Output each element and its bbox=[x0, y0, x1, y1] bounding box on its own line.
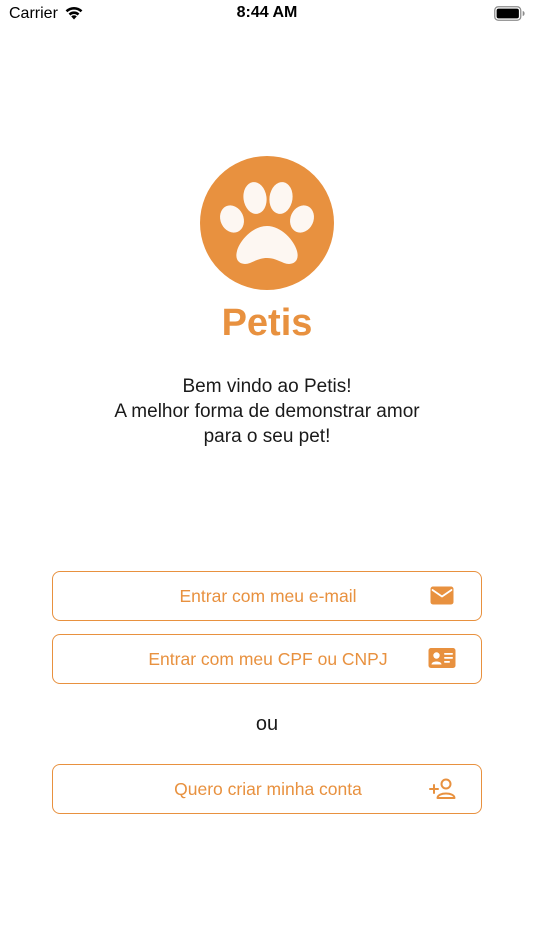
welcome-message: Bem vindo ao Petis! A melhor forma de de… bbox=[0, 374, 534, 449]
welcome-line-1: Bem vindo ao Petis! bbox=[182, 376, 352, 397]
separator-text: ou bbox=[255, 713, 279, 735]
envelope-icon bbox=[430, 585, 454, 611]
welcome-line-2: A melhor forma de demonstrar amor bbox=[114, 401, 420, 422]
paw-icon bbox=[220, 182, 314, 264]
status-bar: Carrier 8:44 AM bbox=[0, 0, 534, 30]
create-account-label: Quero criar minha conta bbox=[174, 779, 362, 799]
id-card-icon bbox=[428, 647, 456, 674]
battery-full-icon bbox=[494, 6, 526, 21]
add-user-icon bbox=[429, 777, 457, 806]
app-name: Petis bbox=[221, 302, 313, 344]
status-time: 8:44 AM bbox=[236, 4, 298, 21]
document-login-button[interactable]: Entrar com meu CPF ou CNPJ bbox=[52, 634, 482, 684]
create-account-button[interactable]: Quero criar minha conta bbox=[52, 764, 482, 814]
email-login-label: Entrar com meu e-mail bbox=[179, 586, 357, 606]
email-login-button[interactable]: Entrar com meu e-mail bbox=[52, 571, 482, 621]
document-login-label: Entrar com meu CPF ou CNPJ bbox=[148, 649, 388, 669]
welcome-line-3: para o seu pet! bbox=[203, 426, 331, 447]
app-logo bbox=[200, 156, 334, 290]
